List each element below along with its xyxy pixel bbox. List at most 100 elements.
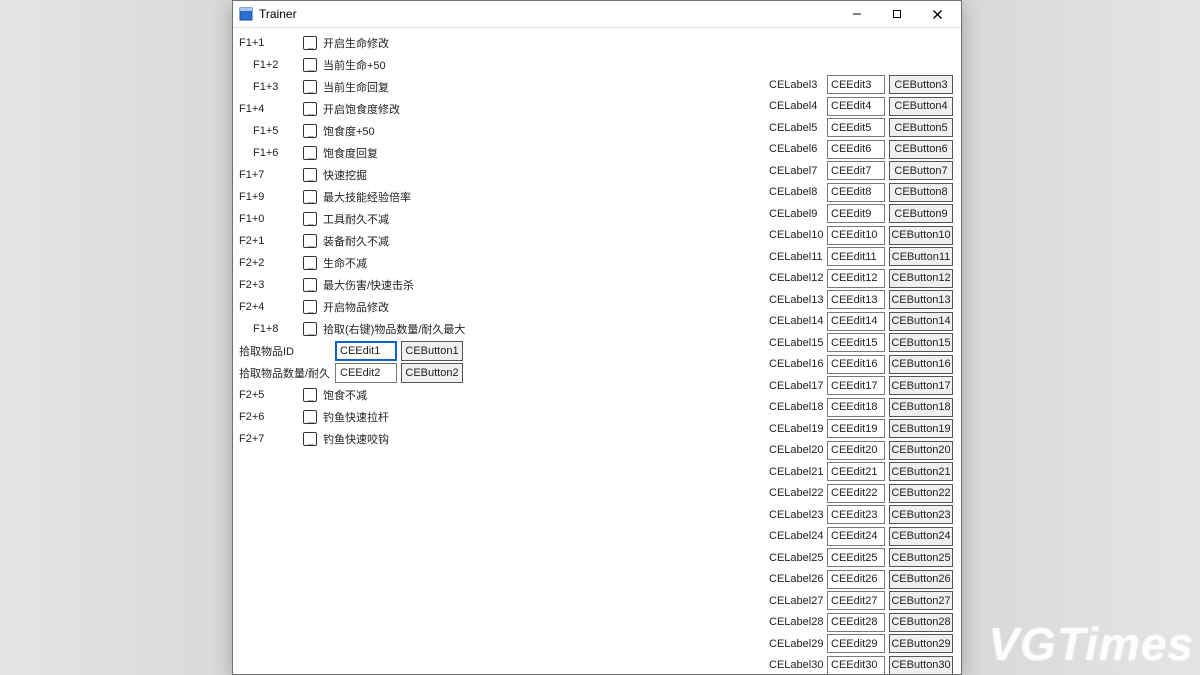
pickup-edit[interactable]	[335, 363, 397, 383]
ce-edit[interactable]	[827, 570, 885, 589]
ce-label: CELabel23	[769, 509, 827, 521]
ce-button[interactable]: CEButton22	[889, 484, 953, 503]
ce-label: CELabel12	[769, 272, 827, 284]
window-title: Trainer	[259, 7, 837, 21]
ce-edit[interactable]	[827, 398, 885, 417]
ce-edit[interactable]	[827, 204, 885, 223]
hotkey-toggle[interactable]	[303, 278, 317, 292]
pickup-edit[interactable]	[335, 341, 397, 361]
pickup-button[interactable]: CEButton1	[401, 341, 463, 361]
ce-button[interactable]: CEButton13	[889, 290, 953, 309]
hotkey-toggle[interactable]	[303, 80, 317, 94]
ce-row: CELabel14CEButton14	[769, 311, 953, 333]
ce-button[interactable]: CEButton6	[889, 140, 953, 159]
ce-edit[interactable]	[827, 290, 885, 309]
ce-button[interactable]: CEButton3	[889, 75, 953, 94]
hotkey-toggle[interactable]	[303, 432, 317, 446]
ce-edit[interactable]	[827, 97, 885, 116]
close-button[interactable]	[917, 2, 957, 26]
ce-button[interactable]: CEButton20	[889, 441, 953, 460]
ce-button[interactable]: CEButton9	[889, 204, 953, 223]
ce-row: CELabel30CEButton30	[769, 655, 953, 675]
hotkey-key: F1+1	[239, 37, 303, 49]
ce-edit[interactable]	[827, 247, 885, 266]
ce-button[interactable]: CEButton27	[889, 591, 953, 610]
maximize-button[interactable]	[877, 2, 917, 26]
ce-button[interactable]: CEButton4	[889, 97, 953, 116]
ce-button[interactable]: CEButton8	[889, 183, 953, 202]
hotkey-key: F1+3	[253, 81, 303, 93]
ce-button[interactable]: CEButton16	[889, 355, 953, 374]
hotkey-key: F1+4	[239, 103, 303, 115]
ce-edit[interactable]	[827, 419, 885, 438]
ce-button[interactable]: CEButton25	[889, 548, 953, 567]
hotkey-toggle[interactable]	[303, 234, 317, 248]
ce-edit[interactable]	[827, 183, 885, 202]
ce-row: CELabel26 CEButton26	[769, 569, 953, 591]
ce-row: CELabel18CEButton18	[769, 397, 953, 419]
ce-button[interactable]: CEButton7	[889, 161, 953, 180]
ce-button[interactable]: CEButton18	[889, 398, 953, 417]
ce-edit[interactable]	[827, 312, 885, 331]
ce-edit[interactable]	[827, 591, 885, 610]
ce-button[interactable]: CEButton28	[889, 613, 953, 632]
ce-label: CELabel26	[769, 573, 827, 585]
hotkey-label: 当前生命回复	[323, 79, 389, 95]
ce-button[interactable]: CEButton11	[889, 247, 953, 266]
ce-edit[interactable]	[827, 634, 885, 653]
ce-edit[interactable]	[827, 376, 885, 395]
hotkey-toggle[interactable]	[303, 212, 317, 226]
watermark: VGTimes	[988, 617, 1194, 671]
ce-edit[interactable]	[827, 140, 885, 159]
ce-button[interactable]: CEButton30	[889, 656, 953, 674]
ce-button[interactable]: CEButton5	[889, 118, 953, 137]
ce-edit[interactable]	[827, 505, 885, 524]
ce-label: CELabel19	[769, 423, 827, 435]
ce-button[interactable]: CEButton26	[889, 570, 953, 589]
hotkey-toggle[interactable]	[303, 190, 317, 204]
ce-edit[interactable]	[827, 441, 885, 460]
hotkey-toggle[interactable]	[303, 58, 317, 72]
ce-button[interactable]: CEButton10	[889, 226, 953, 245]
ce-button[interactable]: CEButton14	[889, 312, 953, 331]
titlebar[interactable]: Trainer	[233, 1, 961, 28]
ce-edit[interactable]	[827, 333, 885, 352]
ce-edit[interactable]	[827, 656, 885, 674]
hotkey-toggle[interactable]	[303, 124, 317, 138]
ce-button[interactable]: CEButton17	[889, 376, 953, 395]
hotkey-toggle[interactable]	[303, 388, 317, 402]
ce-edit[interactable]	[827, 75, 885, 94]
ce-button[interactable]: CEButton29	[889, 634, 953, 653]
ce-edit[interactable]	[827, 548, 885, 567]
hotkey-row: F2+3最大伤害/快速击杀	[239, 274, 465, 296]
hotkey-toggle[interactable]	[303, 410, 317, 424]
ce-row: CELabel24CEButton24	[769, 526, 953, 548]
ce-edit[interactable]	[827, 484, 885, 503]
hotkey-toggle[interactable]	[303, 300, 317, 314]
hotkey-toggle[interactable]	[303, 168, 317, 182]
hotkey-toggle[interactable]	[303, 322, 317, 336]
ce-edit[interactable]	[827, 527, 885, 546]
ce-edit[interactable]	[827, 355, 885, 374]
ce-button[interactable]: CEButton12	[889, 269, 953, 288]
pickup-button[interactable]: CEButton2	[401, 363, 463, 383]
ce-label: CELabel11	[769, 251, 827, 263]
hotkey-toggle[interactable]	[303, 102, 317, 116]
ce-button[interactable]: CEButton23	[889, 505, 953, 524]
ce-edit[interactable]	[827, 226, 885, 245]
hotkey-toggle[interactable]	[303, 36, 317, 50]
ce-button[interactable]: CEButton15	[889, 333, 953, 352]
hotkey-toggle[interactable]	[303, 146, 317, 160]
minimize-button[interactable]	[837, 2, 877, 26]
window-controls	[837, 2, 957, 26]
ce-button[interactable]: CEButton21	[889, 462, 953, 481]
ce-button[interactable]: CEButton24	[889, 527, 953, 546]
hotkey-toggle[interactable]	[303, 256, 317, 270]
ce-button[interactable]: CEButton19	[889, 419, 953, 438]
ce-edit[interactable]	[827, 161, 885, 180]
hotkey-label: 开启饱食度修改	[323, 101, 400, 117]
ce-edit[interactable]	[827, 462, 885, 481]
ce-edit[interactable]	[827, 613, 885, 632]
ce-edit[interactable]	[827, 118, 885, 137]
ce-edit[interactable]	[827, 269, 885, 288]
